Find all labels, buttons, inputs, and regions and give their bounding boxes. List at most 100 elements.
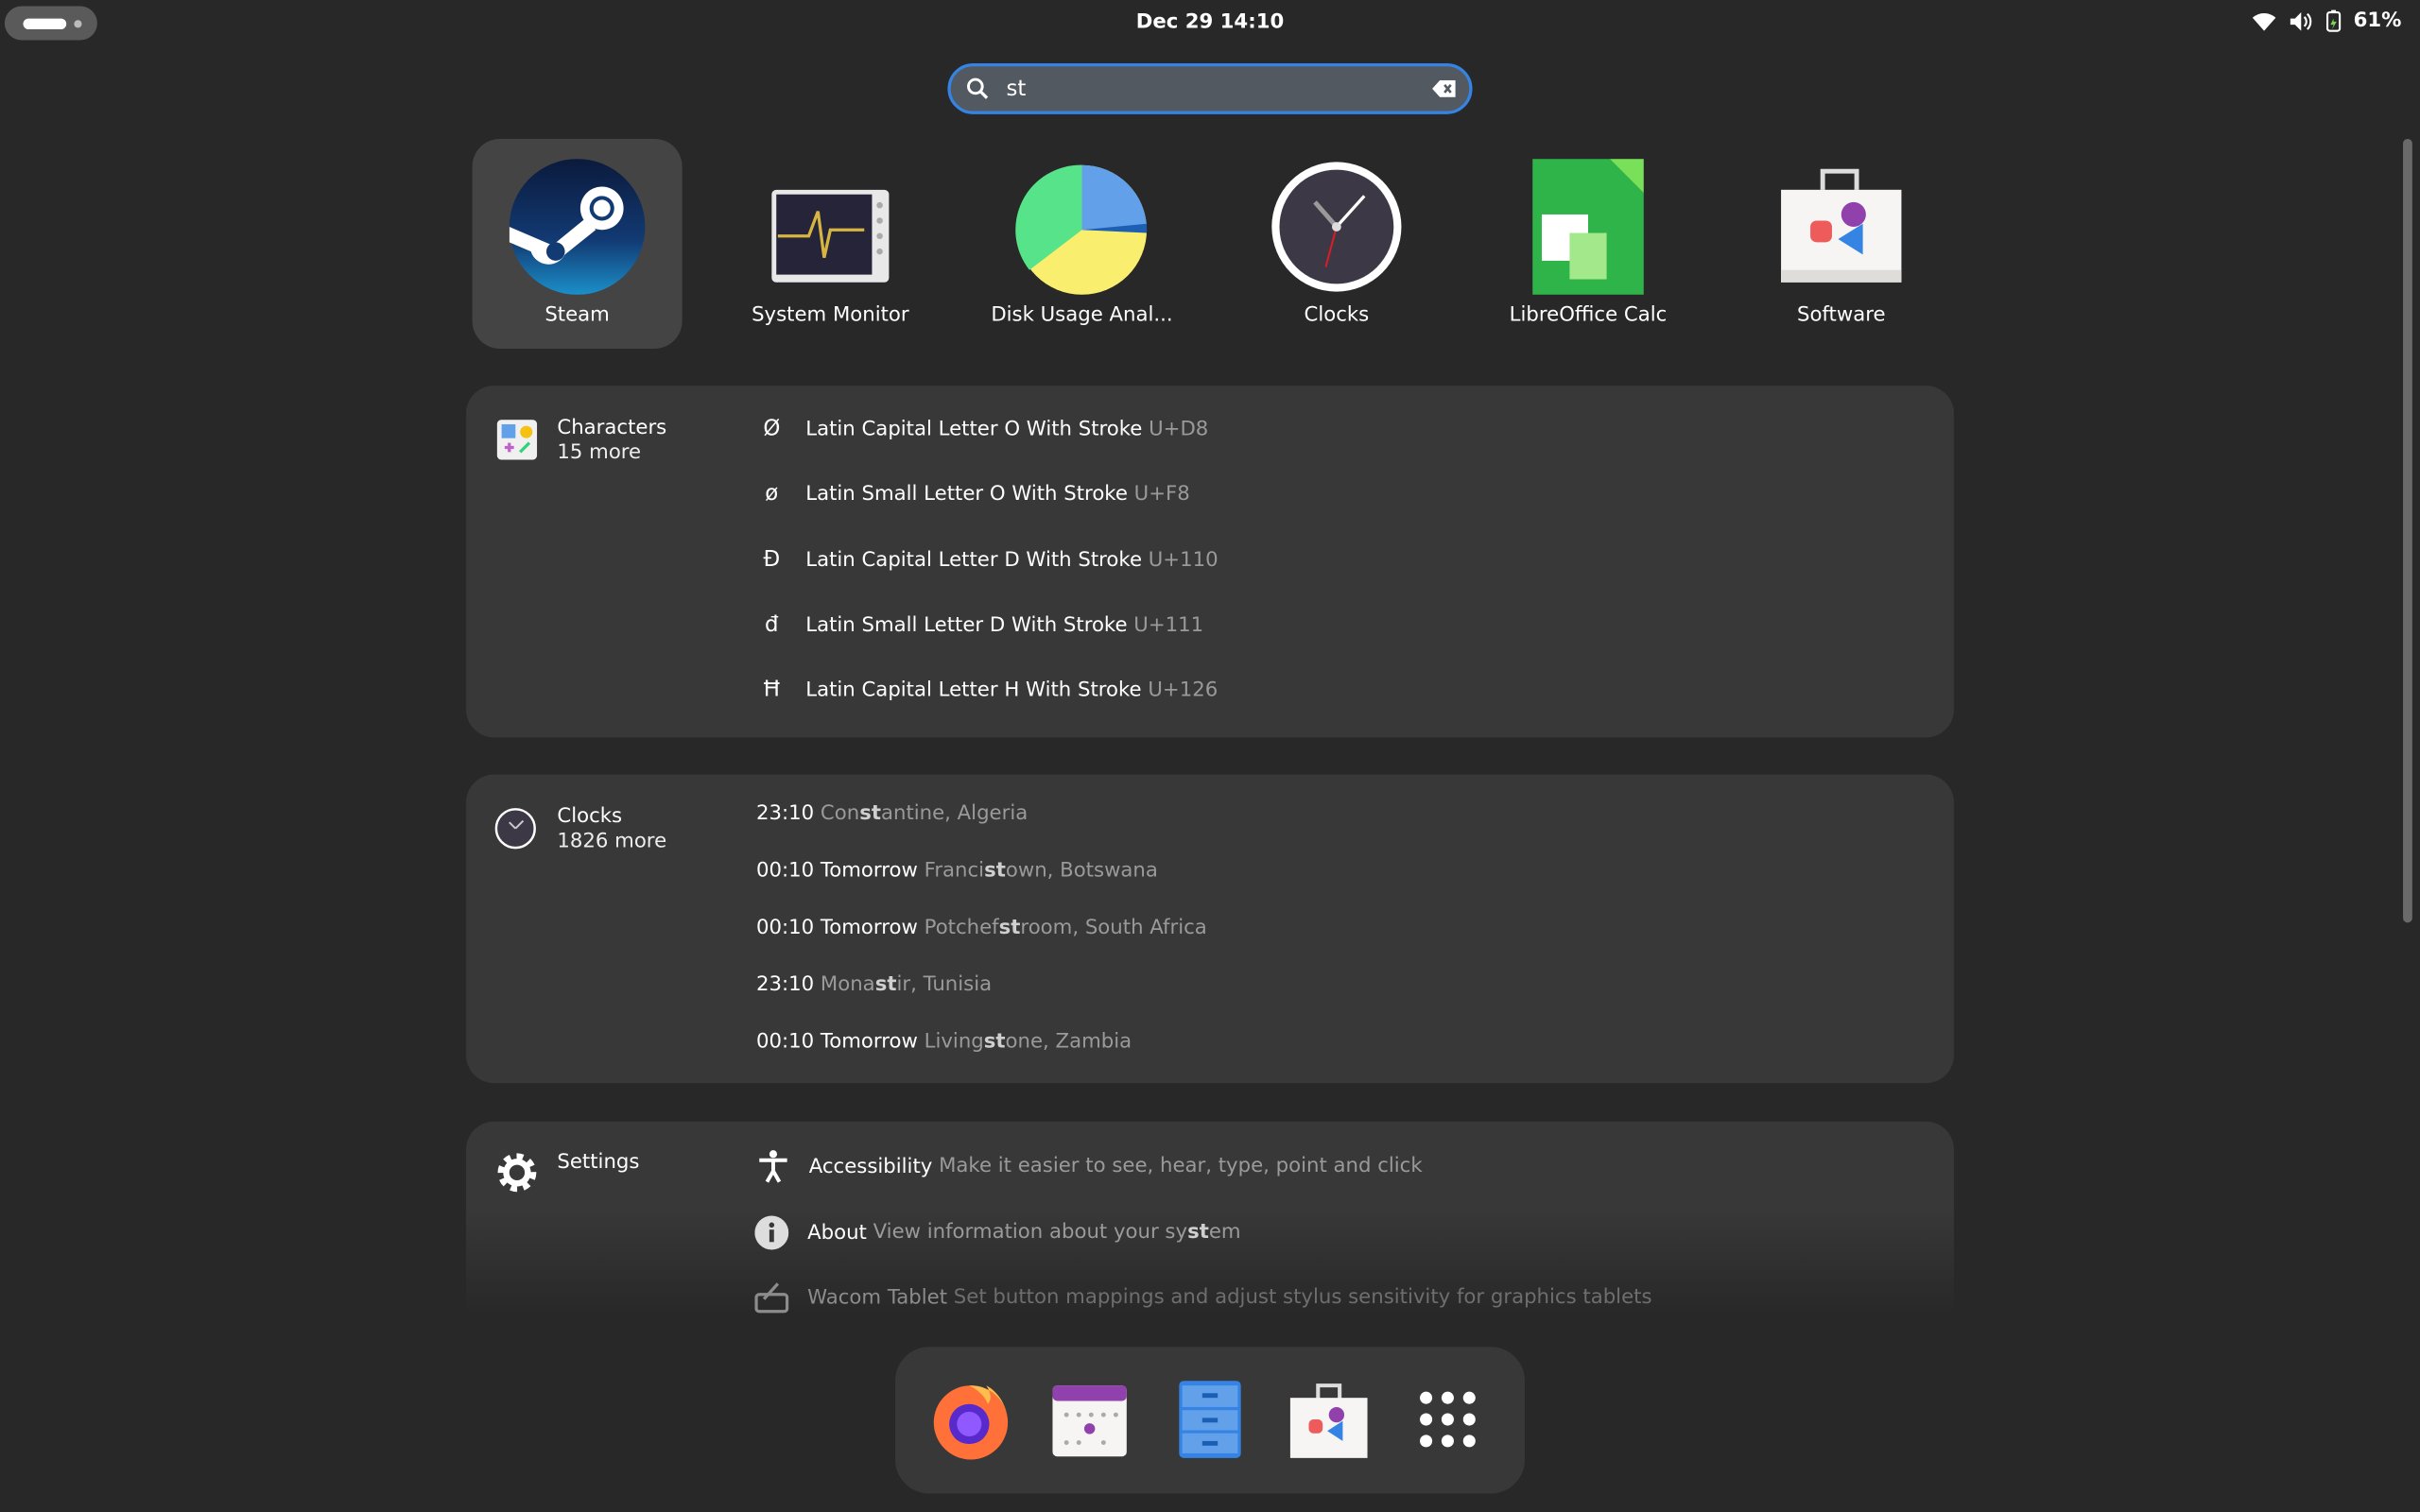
system-status-menu[interactable]: 61% xyxy=(2252,9,2402,33)
clear-search-icon[interactable] xyxy=(1432,79,1457,97)
character-result[interactable]: ø Latin Small Letter O With Stroke U+F8 xyxy=(756,482,1190,507)
match-highlight: st xyxy=(998,916,1021,940)
character-code: U+110 xyxy=(1148,548,1219,573)
clocks-icon xyxy=(1271,162,1402,292)
wacom-tablet-icon xyxy=(754,1282,789,1314)
volume-icon xyxy=(2290,11,2312,30)
clock-time: 23:10 xyxy=(755,801,815,826)
app-libreoffice-calc[interactable]: LibreOffice Calc xyxy=(1483,139,1693,349)
section-title[interactable]: Characters xyxy=(557,417,666,439)
battery-icon xyxy=(2325,9,2341,32)
settings-result-wacom[interactable]: Wacom Tablet Set button mappings and adj… xyxy=(754,1280,1652,1314)
top-bar: Dec 29 14:10 61% xyxy=(0,0,2420,46)
location-part: Potchef xyxy=(924,916,999,940)
app-steam[interactable]: Steam xyxy=(472,138,683,349)
section-title[interactable]: Clocks xyxy=(557,805,622,828)
clock-result[interactable]: 00:10 Tomorrow Livingstone, Zambia xyxy=(756,1031,1132,1054)
result-name: Accessibility xyxy=(808,1155,933,1178)
character-name: Latin Small Letter D With Stroke xyxy=(805,613,1128,638)
search-entry[interactable] xyxy=(947,62,1473,114)
dash xyxy=(894,1347,1526,1494)
software-icon[interactable] xyxy=(1288,1378,1371,1461)
location-part: ir, Tunisia xyxy=(896,973,993,997)
clock-result[interactable]: 00:10 Tomorrow Potchefstroom, South Afri… xyxy=(756,917,1207,939)
clock-time: 00:10 Tomorrow xyxy=(755,1030,918,1055)
app-clocks[interactable]: Clocks xyxy=(1232,139,1442,349)
result-description: Make it easier to see, hear, type, point… xyxy=(939,1155,1423,1178)
character-name: Latin Capital Letter O With Stroke xyxy=(805,418,1143,441)
character-code: U+F8 xyxy=(1133,483,1190,507)
character-code: U+111 xyxy=(1133,613,1204,638)
files-icon[interactable] xyxy=(1168,1378,1252,1461)
info-icon xyxy=(754,1215,789,1250)
result-description: Set button mappings and adjust stylus se… xyxy=(953,1285,1652,1310)
clocks-results: Clocks 1826 more xyxy=(466,774,1954,1084)
app-label: Clocks xyxy=(1304,303,1370,328)
search-input[interactable] xyxy=(1003,72,1426,107)
firefox-icon[interactable] xyxy=(929,1378,1012,1461)
clock-time: 00:10 Tomorrow xyxy=(755,859,918,883)
section-title[interactable]: Settings xyxy=(557,1151,639,1174)
character-glyph: đ xyxy=(765,611,779,638)
result-name: About xyxy=(807,1221,867,1245)
clock-result[interactable]: 00:10 Tomorrow Francistown, Botswana xyxy=(756,859,1158,882)
description-part: View information about your sy xyxy=(873,1221,1188,1245)
match-highlight: st xyxy=(874,973,897,997)
app-software[interactable]: Software xyxy=(1737,139,1946,349)
app-label: LibreOffice Calc xyxy=(1509,303,1668,328)
location-part: Living xyxy=(924,1030,984,1055)
character-glyph: Ø xyxy=(763,416,781,441)
location-part: Con xyxy=(820,801,860,826)
location-part: room, South Africa xyxy=(1020,916,1207,940)
location-part: antine, Algeria xyxy=(880,801,1028,826)
wifi-icon xyxy=(2252,12,2276,30)
search-icon xyxy=(967,77,989,99)
clock-result[interactable]: 23:10 Constantine, Algeria xyxy=(756,802,1028,825)
system-monitor-icon xyxy=(771,189,890,283)
app-label: Disk Usage Anal... xyxy=(991,303,1173,328)
character-result[interactable]: Ø Latin Capital Letter O With Stroke U+D… xyxy=(756,416,1209,441)
character-result[interactable]: Ħ Latin Capital Letter H With Stroke U+1… xyxy=(756,678,1219,703)
more-count[interactable]: 15 more xyxy=(557,441,641,464)
settings-gear-icon[interactable] xyxy=(493,1149,540,1195)
settings-result-accessibility[interactable]: Accessibility Make it easier to see, hea… xyxy=(756,1149,1423,1183)
location-part: own, Botswana xyxy=(1005,859,1158,883)
match-highlight: st xyxy=(984,859,1006,883)
characters-app-icon[interactable] xyxy=(496,420,538,460)
match-highlight: st xyxy=(859,801,881,826)
character-glyph: Ħ xyxy=(761,678,782,703)
character-result[interactable]: đ Latin Small Letter D With Stroke U+111 xyxy=(756,611,1204,638)
app-label: Software xyxy=(1796,303,1886,328)
app-label: System Monitor xyxy=(752,303,909,328)
clock-time: 23:10 xyxy=(755,973,815,997)
show-apps-icon[interactable] xyxy=(1406,1378,1489,1461)
results-scrollbar[interactable] xyxy=(2403,138,2412,923)
app-disk-usage-analyzer[interactable]: Disk Usage Anal... xyxy=(977,139,1186,349)
settings-result-about[interactable]: About View information about your system xyxy=(754,1215,1241,1250)
character-result[interactable]: Đ Latin Capital Letter D With Stroke U+1… xyxy=(756,546,1219,573)
battery-percent: 61% xyxy=(2353,9,2402,33)
character-name: Latin Capital Letter D With Stroke xyxy=(805,548,1143,573)
character-name: Latin Small Letter O With Stroke xyxy=(805,483,1128,507)
character-code: U+126 xyxy=(1148,679,1219,703)
calendar-icon[interactable] xyxy=(1048,1378,1132,1461)
steam-icon xyxy=(509,159,646,295)
character-name: Latin Capital Letter H With Stroke xyxy=(805,679,1142,703)
character-code: U+D8 xyxy=(1149,418,1209,441)
location-part: Franci xyxy=(924,859,985,883)
app-system-monitor[interactable]: System Monitor xyxy=(725,139,935,349)
date-time[interactable]: Dec 29 14:10 xyxy=(0,10,2420,33)
more-count[interactable]: 1826 more xyxy=(557,830,666,852)
clock-time: 00:10 Tomorrow xyxy=(755,916,918,940)
match-highlight: st xyxy=(983,1030,1006,1055)
result-name: Wacom Tablet xyxy=(807,1285,948,1310)
disk-usage-icon xyxy=(1015,164,1148,295)
clocks-app-icon[interactable] xyxy=(493,807,537,850)
location-part: Mona xyxy=(820,973,875,997)
character-glyph: Đ xyxy=(763,546,781,573)
match-highlight: st xyxy=(1187,1221,1209,1245)
location-part: one, Zambia xyxy=(1005,1030,1132,1055)
app-label: Steam xyxy=(544,303,610,328)
accessibility-icon xyxy=(759,1150,787,1183)
clock-result[interactable]: 23:10 Monastir, Tunisia xyxy=(756,973,992,996)
